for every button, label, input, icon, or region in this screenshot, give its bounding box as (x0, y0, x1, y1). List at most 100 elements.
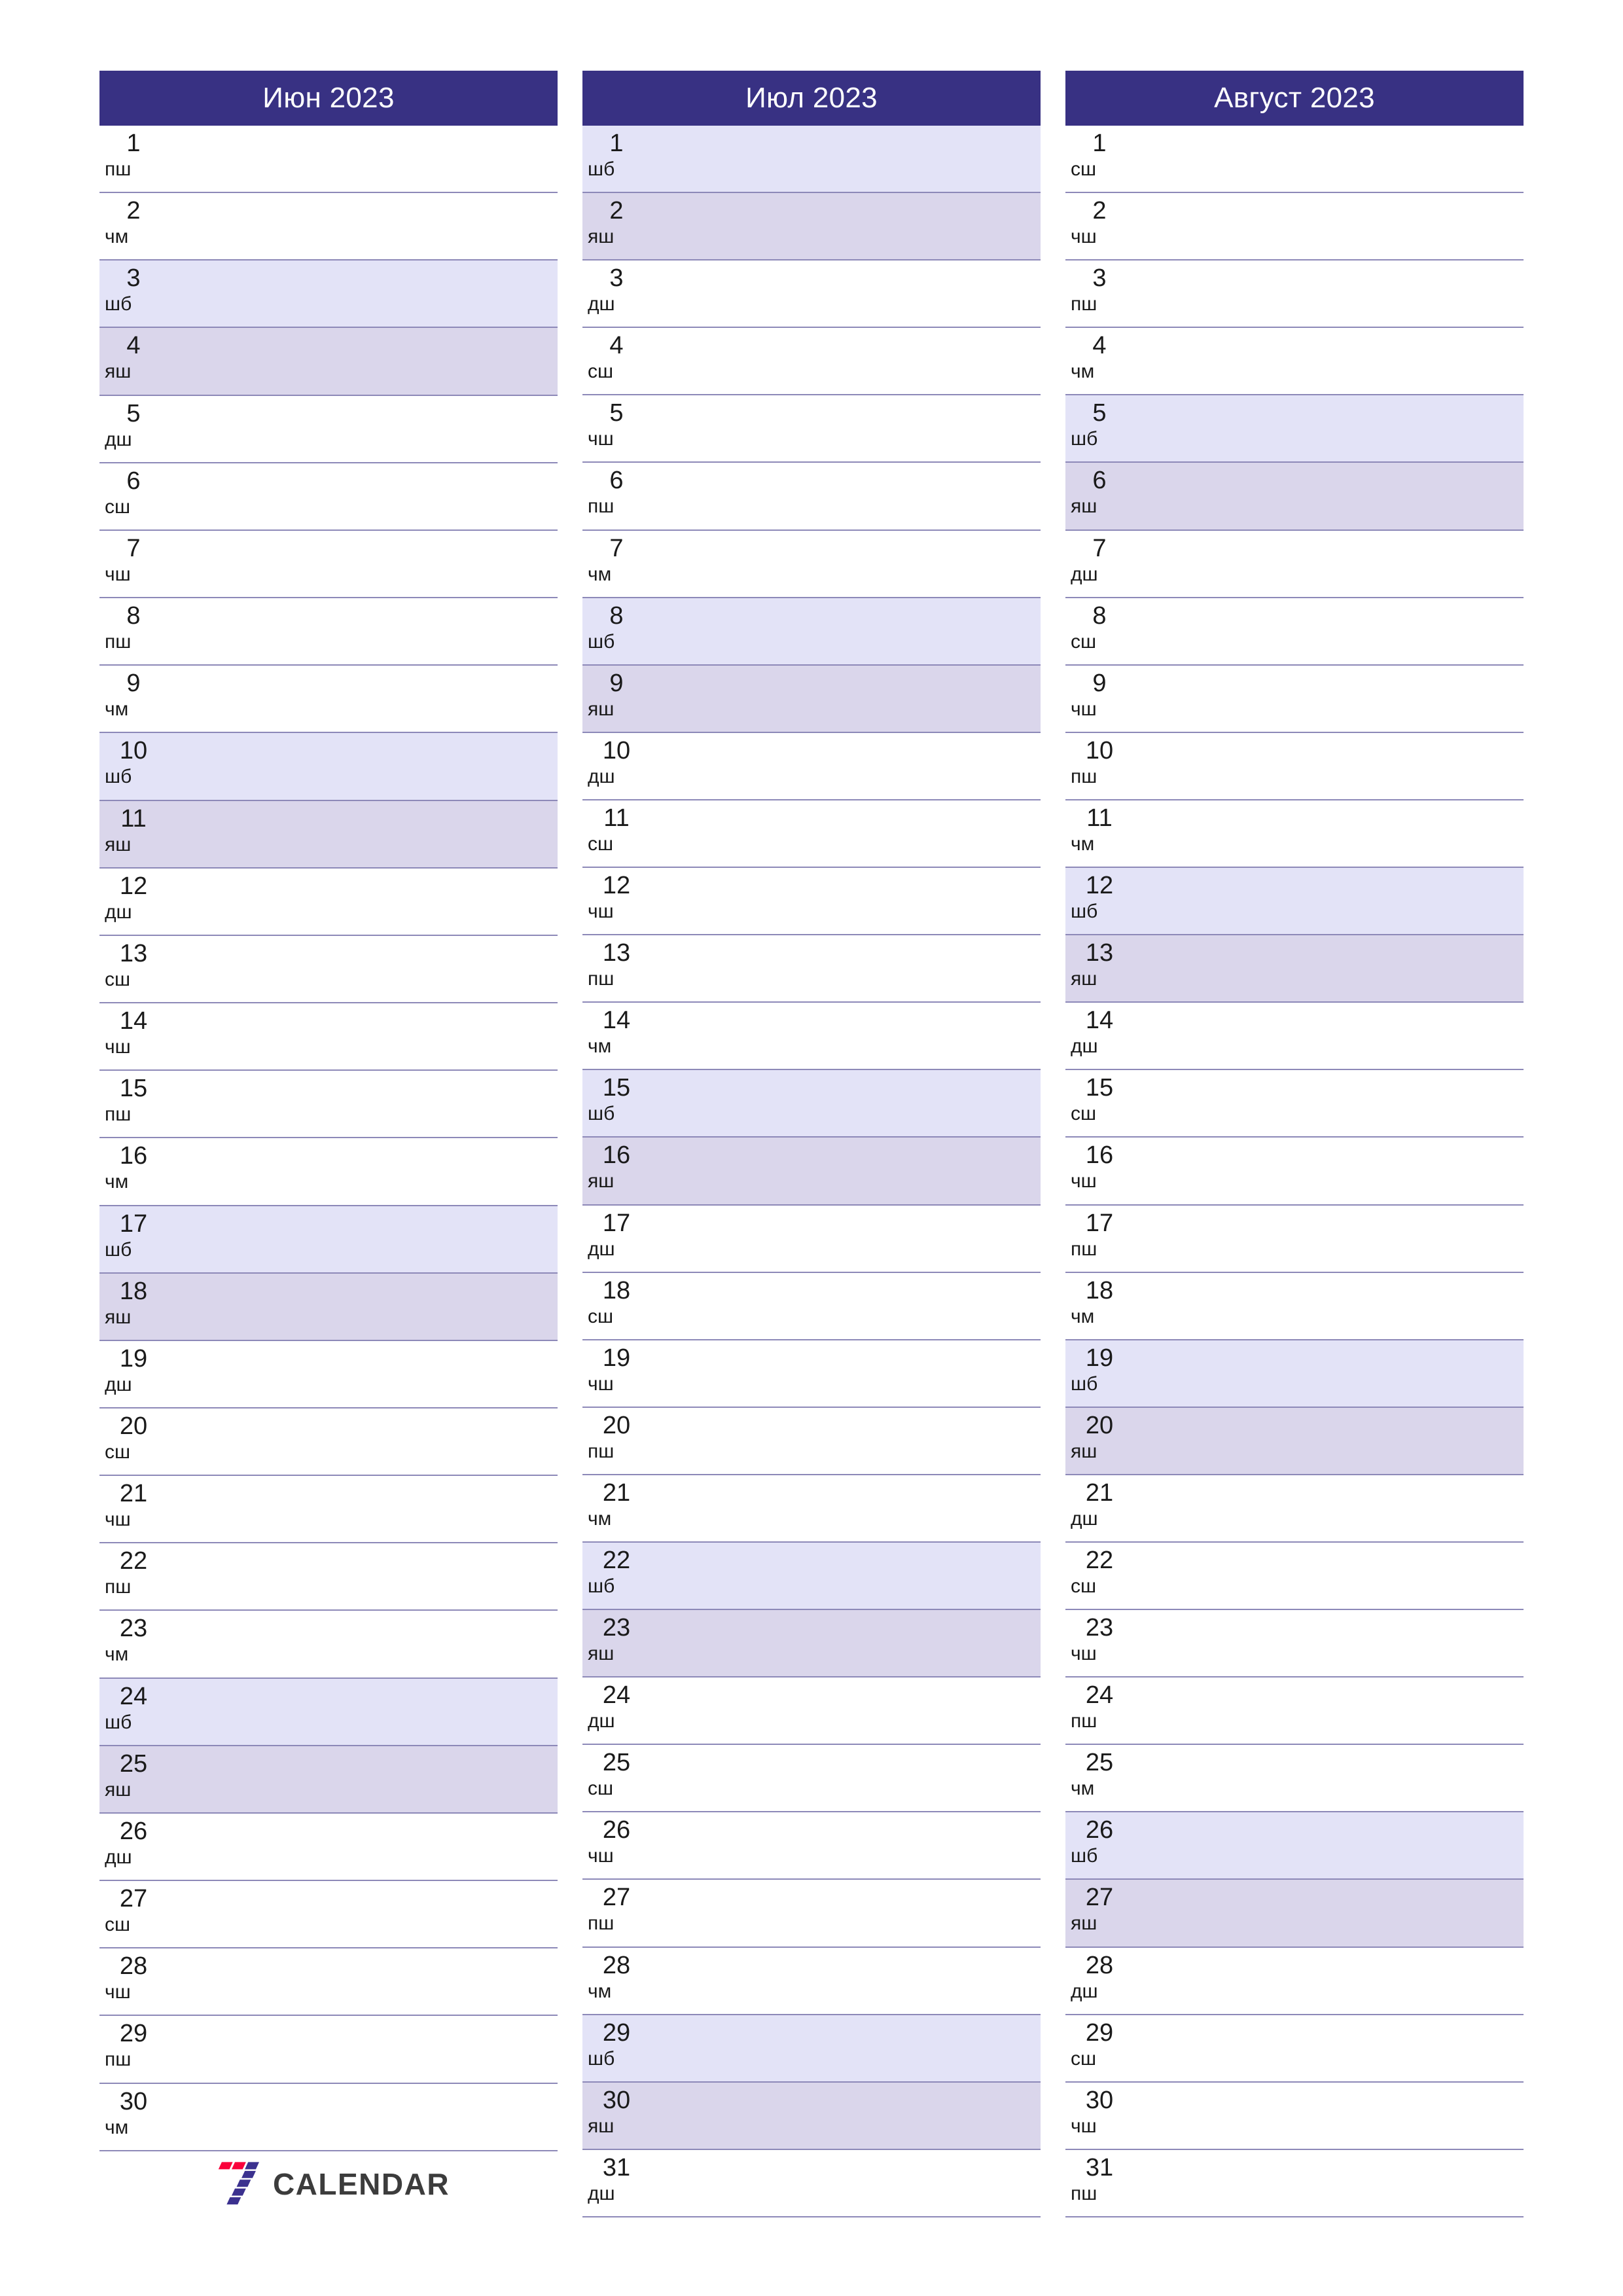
day-row[interactable]: 21 чм (582, 1475, 1041, 1543)
day-row[interactable]: 18 чм (1065, 1272, 1524, 1340)
day-row[interactable]: 13 сш (99, 935, 558, 1004)
day-row[interactable]: 3 шб (99, 260, 558, 329)
day-notes-area[interactable] (1136, 2083, 1524, 2149)
day-row[interactable]: 20 яш (1065, 1407, 1524, 1475)
day-row[interactable]: 1 пш (99, 126, 558, 194)
day-notes-area[interactable] (1136, 1543, 1524, 1609)
day-notes-area[interactable] (1136, 2150, 1524, 2216)
day-row[interactable]: 2 чш (1065, 193, 1524, 261)
day-row[interactable]: 6 пш (582, 463, 1041, 531)
day-row[interactable]: 30 яш (582, 2082, 1041, 2150)
day-notes-area[interactable] (653, 531, 1041, 597)
day-row[interactable]: 25 чм (1065, 1745, 1524, 1813)
day-notes-area[interactable] (170, 126, 558, 192)
day-row[interactable]: 3 дш (582, 260, 1041, 329)
day-row[interactable]: 15 шб (582, 1070, 1041, 1138)
day-notes-area[interactable] (1136, 1880, 1524, 1946)
day-notes-area[interactable] (653, 1273, 1041, 1339)
day-notes-area[interactable] (170, 1948, 558, 2015)
day-row[interactable]: 20 пш (582, 1407, 1041, 1475)
day-notes-area[interactable] (170, 936, 558, 1002)
day-row[interactable]: 13 пш (582, 935, 1041, 1003)
day-row[interactable]: 26 шб (1065, 1812, 1524, 1880)
day-row[interactable]: 10 шб (99, 733, 558, 801)
day-notes-area[interactable] (653, 1206, 1041, 1272)
day-notes-area[interactable] (170, 666, 558, 732)
day-row[interactable]: 24 пш (1065, 1677, 1524, 1746)
day-row[interactable]: 4 яш (99, 328, 558, 396)
day-notes-area[interactable] (653, 1475, 1041, 1541)
day-notes-area[interactable] (170, 1408, 558, 1475)
day-row[interactable]: 1 сш (1065, 126, 1524, 194)
day-row[interactable]: 27 сш (99, 1881, 558, 1949)
day-notes-area[interactable] (170, 1003, 558, 1069)
day-notes-area[interactable] (1136, 1812, 1524, 1878)
day-notes-area[interactable] (653, 1880, 1041, 1946)
day-row[interactable]: 14 чм (582, 1003, 1041, 1071)
day-notes-area[interactable] (1136, 1475, 1524, 1541)
day-notes-area[interactable] (653, 260, 1041, 327)
day-row[interactable]: 27 пш (582, 1880, 1041, 1948)
day-row[interactable]: 16 чш (1065, 1138, 1524, 1206)
day-row[interactable]: 29 сш (1065, 2015, 1524, 2083)
day-row[interactable]: 7 дш (1065, 530, 1524, 598)
day-row[interactable]: 5 шб (1065, 395, 1524, 463)
day-row[interactable]: 18 сш (582, 1272, 1041, 1340)
day-notes-area[interactable] (653, 463, 1041, 529)
day-notes-area[interactable] (1136, 126, 1524, 192)
day-row[interactable]: 21 чш (99, 1476, 558, 1544)
day-row[interactable]: 10 пш (1065, 732, 1524, 800)
day-notes-area[interactable] (653, 935, 1041, 1001)
day-row[interactable]: 27 яш (1065, 1880, 1524, 1948)
day-notes-area[interactable] (170, 328, 558, 394)
day-notes-area[interactable] (1136, 193, 1524, 259)
day-notes-area[interactable] (1136, 1677, 1524, 1744)
day-notes-area[interactable] (653, 1610, 1041, 1676)
day-notes-area[interactable] (1136, 531, 1524, 597)
day-row[interactable]: 24 шб (99, 1678, 558, 1746)
day-notes-area[interactable] (653, 733, 1041, 799)
day-row[interactable]: 23 чм (99, 1611, 558, 1679)
day-row[interactable]: 22 пш (99, 1543, 558, 1611)
day-row[interactable]: 7 чм (582, 530, 1041, 598)
day-row[interactable]: 20 сш (99, 1408, 558, 1477)
day-row[interactable]: 31 дш (582, 2149, 1041, 2217)
day-notes-area[interactable] (170, 396, 558, 462)
day-notes-area[interactable] (653, 328, 1041, 394)
day-notes-area[interactable] (170, 531, 558, 597)
day-notes-area[interactable] (653, 1745, 1041, 1811)
day-row[interactable]: 12 чш (582, 868, 1041, 936)
day-row[interactable]: 10 дш (582, 732, 1041, 800)
day-notes-area[interactable] (1136, 1948, 1524, 2014)
day-row[interactable]: 30 чш (1065, 2082, 1524, 2150)
day-notes-area[interactable] (1136, 1003, 1524, 1069)
day-notes-area[interactable] (653, 598, 1041, 664)
day-notes-area[interactable] (170, 1611, 558, 1677)
day-notes-area[interactable] (653, 1003, 1041, 1069)
day-notes-area[interactable] (1136, 1273, 1524, 1339)
day-notes-area[interactable] (170, 1274, 558, 1340)
day-notes-area[interactable] (170, 869, 558, 935)
day-row[interactable]: 26 чш (582, 1812, 1041, 1880)
day-notes-area[interactable] (653, 800, 1041, 867)
day-row[interactable]: 25 яш (99, 1746, 558, 1814)
day-row[interactable]: 29 шб (582, 2015, 1041, 2083)
day-notes-area[interactable] (170, 1543, 558, 1609)
day-row[interactable]: 16 чм (99, 1138, 558, 1206)
day-row[interactable]: 18 яш (99, 1273, 558, 1341)
day-notes-area[interactable] (170, 1206, 558, 1272)
day-notes-area[interactable] (1136, 1408, 1524, 1474)
day-notes-area[interactable] (170, 1138, 558, 1204)
day-notes-area[interactable] (653, 1408, 1041, 1474)
day-row[interactable]: 28 чм (582, 1947, 1041, 2015)
day-notes-area[interactable] (1136, 463, 1524, 529)
day-row[interactable]: 9 чш (1065, 665, 1524, 733)
day-row[interactable]: 6 яш (1065, 463, 1524, 531)
day-notes-area[interactable] (653, 193, 1041, 259)
day-row[interactable]: 21 дш (1065, 1475, 1524, 1543)
day-row[interactable]: 28 чш (99, 1948, 558, 2017)
day-notes-area[interactable] (653, 126, 1041, 192)
day-row[interactable]: 3 пш (1065, 260, 1524, 329)
day-row[interactable]: 23 яш (582, 1610, 1041, 1678)
day-notes-area[interactable] (653, 1543, 1041, 1609)
